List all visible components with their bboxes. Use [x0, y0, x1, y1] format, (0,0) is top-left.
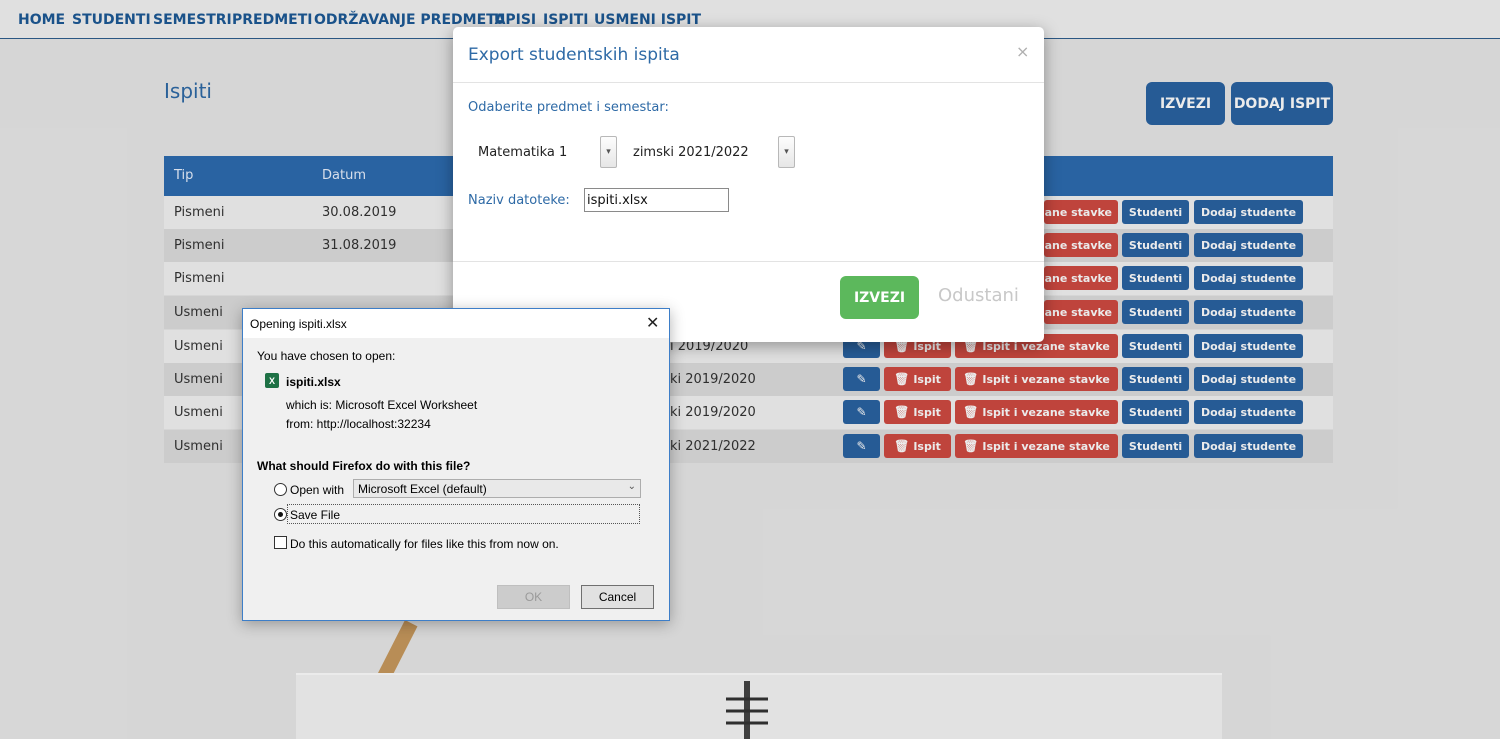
close-icon[interactable]: ✕	[646, 313, 659, 333]
save-file-label[interactable]: Save File	[290, 508, 340, 522]
firefox-download-dialog: Opening ispiti.xlsx ✕ You have chosen to…	[242, 308, 670, 621]
dialog-titlebar: Opening ispiti.xlsx ✕	[243, 309, 669, 338]
save-file-radio[interactable]	[274, 508, 287, 521]
modal-footer-divider	[453, 261, 1044, 262]
cancel-button[interactable]: Cancel	[581, 585, 654, 609]
chevron-down-icon: ⌄	[627, 481, 636, 492]
chevron-down-icon[interactable]: ▾	[600, 136, 617, 168]
semester-select[interactable]: zimski 2021/2022	[633, 145, 749, 160]
file-source: from: http://localhost:32234	[286, 417, 431, 431]
file-name: ispiti.xlsx	[286, 375, 341, 389]
auto-action-label[interactable]: Do this automatically for files like thi…	[290, 537, 559, 551]
filename-input[interactable]	[584, 188, 729, 212]
ok-button[interactable]: OK	[497, 585, 570, 609]
subject-semester-prompt: Odaberite predmet i semestar:	[468, 100, 669, 115]
application-select-value: Microsoft Excel (default)	[358, 482, 487, 496]
modal-header-divider	[453, 82, 1044, 83]
file-type: which is: Microsoft Excel Worksheet	[286, 398, 478, 412]
modal-title: Export studentskih ispita	[468, 45, 680, 65]
confirm-export-button[interactable]: IZVEZI	[840, 276, 919, 319]
intro-text: You have chosen to open:	[257, 349, 396, 363]
application-select[interactable]: Microsoft Excel (default) ⌄	[353, 479, 641, 498]
action-question: What should Firefox do with this file?	[257, 459, 471, 473]
open-with-label[interactable]: Open with	[290, 483, 344, 497]
excel-file-icon: X	[265, 373, 279, 388]
open-with-radio[interactable]	[274, 483, 287, 496]
chevron-down-icon[interactable]: ▾	[778, 136, 795, 168]
filename-label: Naziv datoteke:	[468, 193, 570, 208]
auto-action-checkbox[interactable]	[274, 536, 287, 549]
close-icon[interactable]: ×	[1016, 42, 1029, 61]
export-modal: Export studentskih ispita × Odaberite pr…	[453, 27, 1044, 342]
dialog-title: Opening ispiti.xlsx	[250, 317, 347, 331]
cancel-button[interactable]: Odustani	[938, 285, 1019, 306]
subject-select[interactable]: Matematika 1	[478, 145, 567, 160]
